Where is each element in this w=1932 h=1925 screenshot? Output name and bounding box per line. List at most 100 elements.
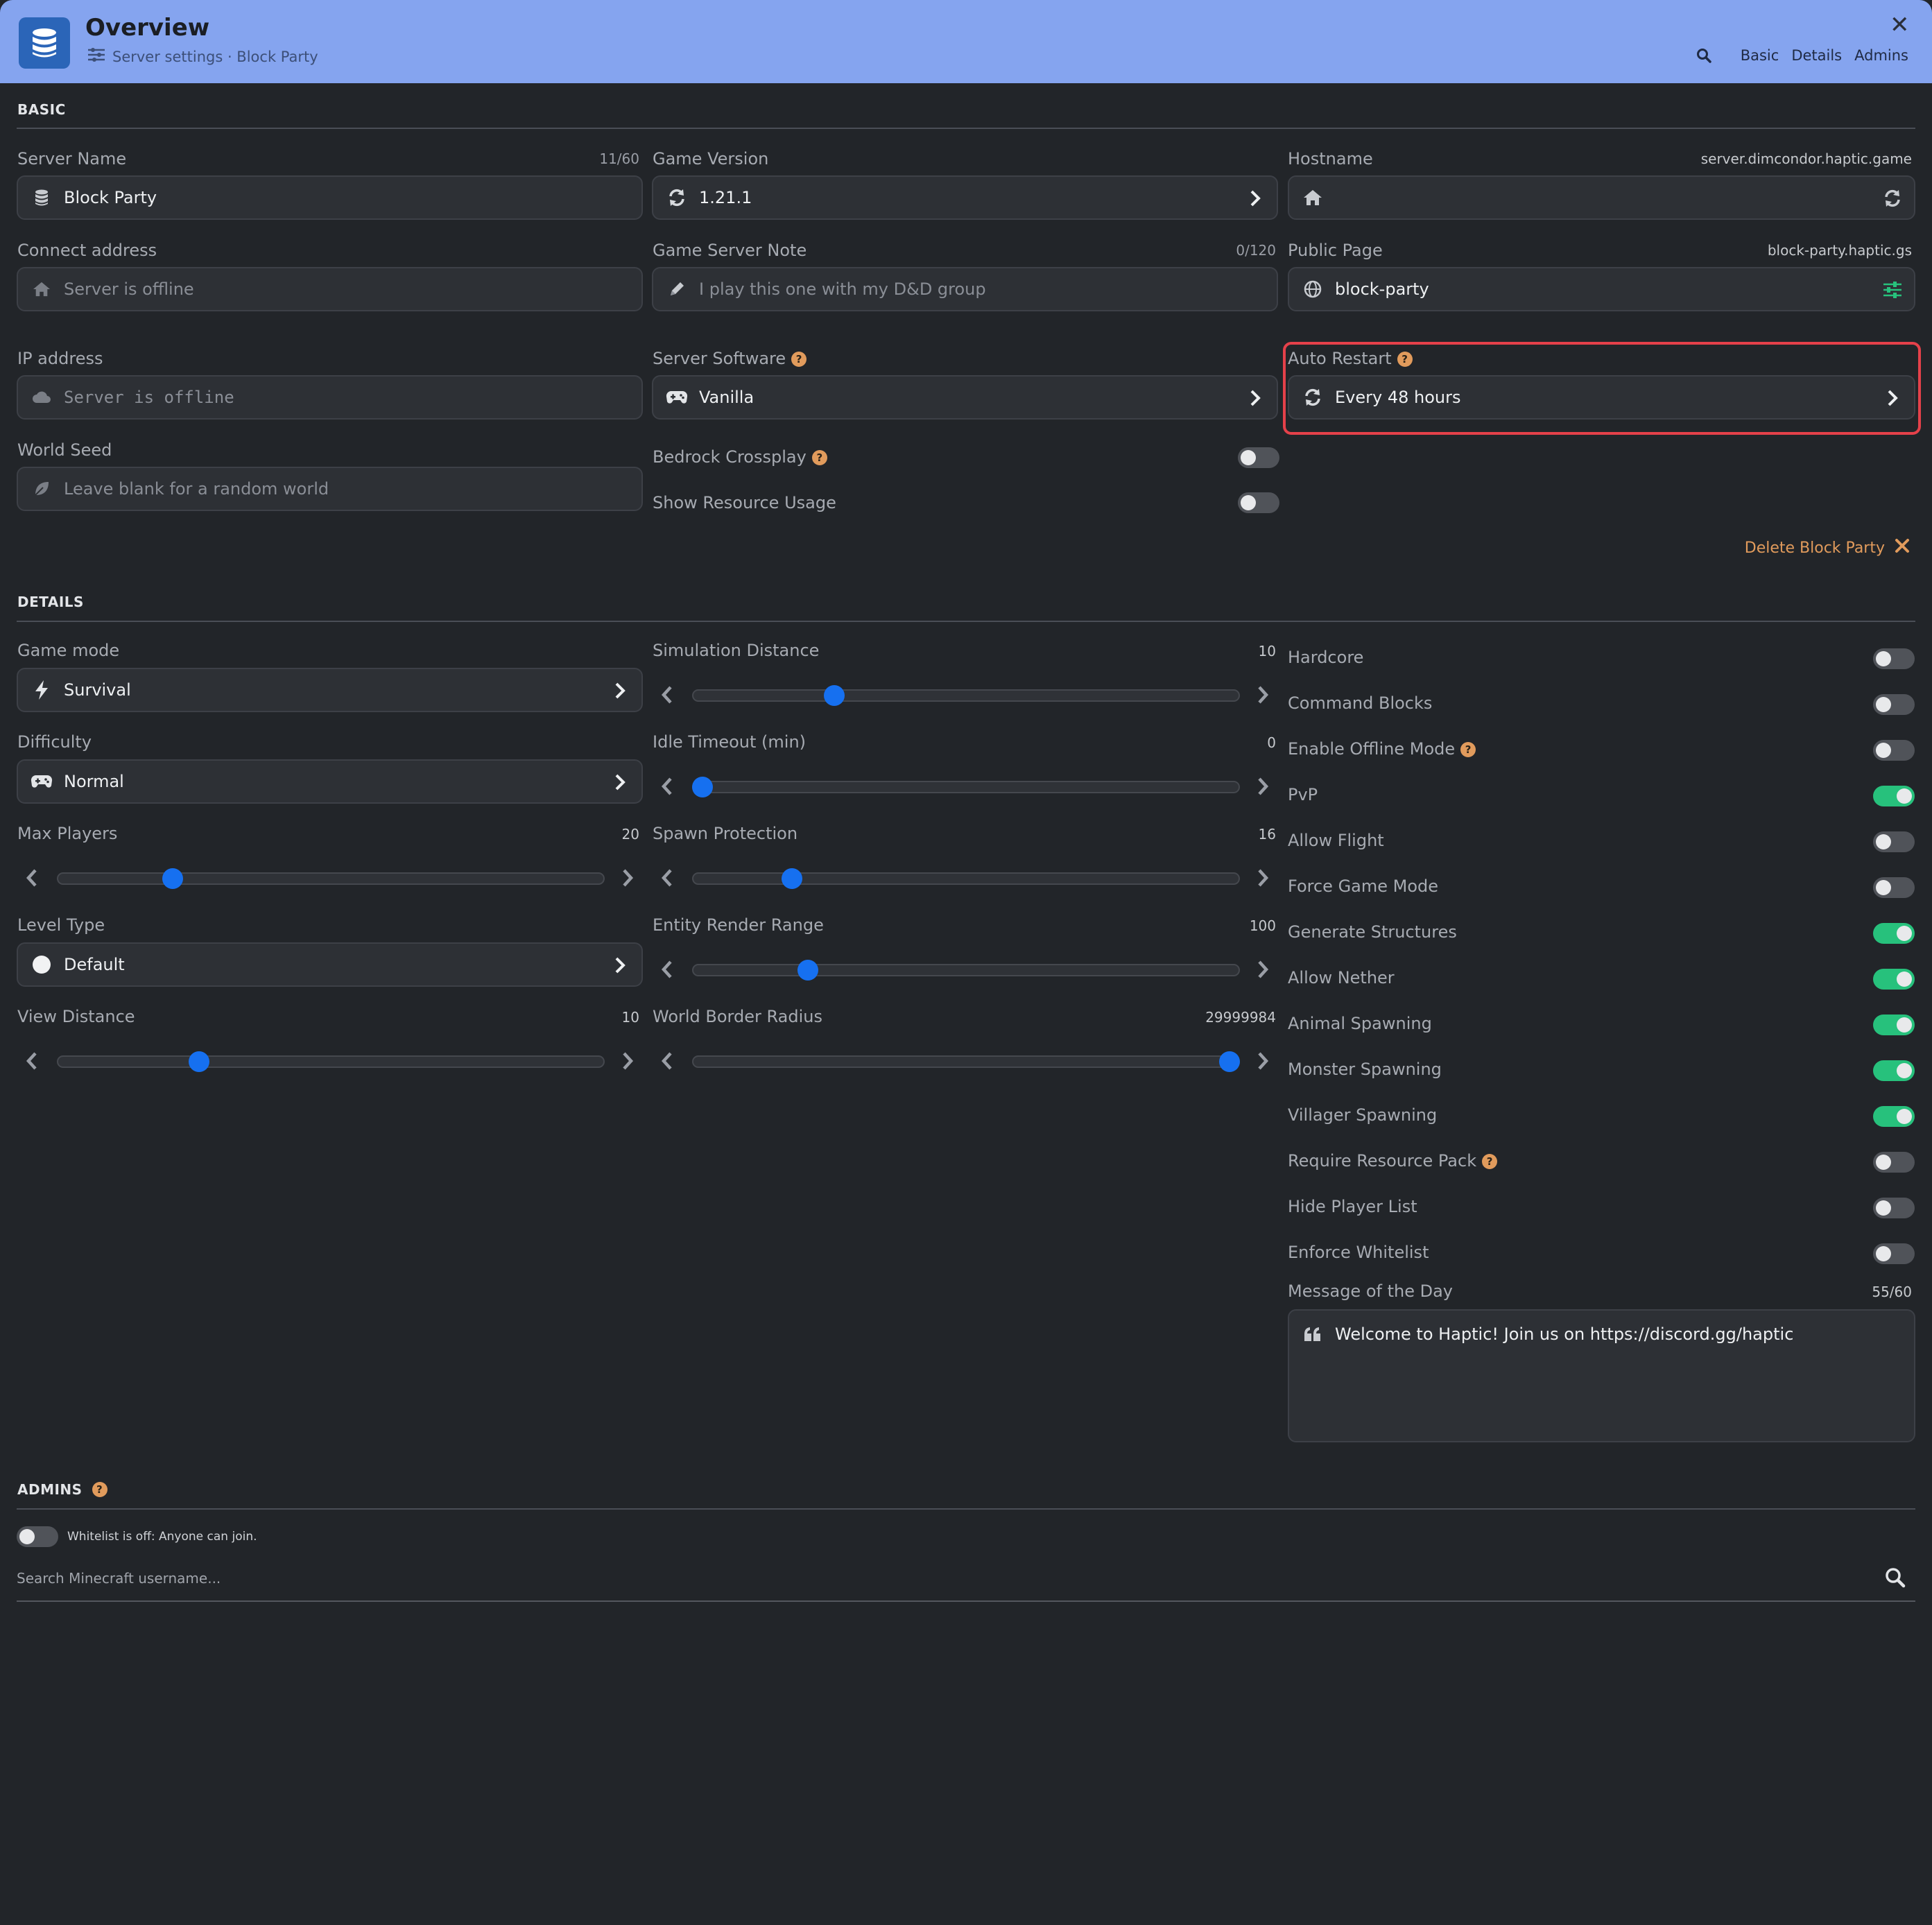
entity-render-range-slider[interactable] [652, 956, 1278, 983]
help-icon[interactable]: ? [1482, 1154, 1498, 1169]
chevron-left-icon[interactable] [655, 957, 680, 982]
setting-toggle[interactable] [1873, 877, 1915, 898]
motd-count: 55/60 [1872, 1284, 1912, 1300]
chevron-left-icon[interactable] [655, 865, 680, 890]
motd-value: Welcome to Haptic! Join us on https://di… [1335, 1324, 1794, 1344]
ip-address-placeholder: Server is offline [64, 388, 234, 407]
server-software-label: Server Software? [653, 349, 807, 368]
slider-thumb[interactable] [782, 868, 803, 889]
globe-icon [1302, 278, 1324, 300]
search-icon[interactable] [1696, 48, 1711, 63]
delete-server-link[interactable]: Delete Block Party [1745, 538, 1910, 558]
setting-toggle[interactable] [1873, 1106, 1915, 1127]
bedrock-crossplay-toggle[interactable] [1238, 447, 1279, 468]
section-divider [17, 621, 1915, 622]
world-seed-input[interactable]: Leave blank for a random world [17, 467, 643, 511]
setting-toggle[interactable] [1873, 1243, 1915, 1264]
help-icon[interactable]: ? [791, 352, 807, 367]
slider-thumb[interactable] [1219, 1051, 1240, 1072]
whitelist-status: Whitelist is off: Anyone can join. [67, 1530, 257, 1544]
toggle-label-text: Villager Spawning [1288, 1105, 1438, 1125]
toggle-label: Require Resource Pack? [1288, 1151, 1498, 1171]
idle-timeout-slider[interactable] [652, 772, 1278, 800]
chevron-right-icon[interactable] [1250, 865, 1275, 890]
chevron-left-icon[interactable] [655, 682, 680, 707]
game-server-note-input[interactable]: I play this one with my D&D group [652, 267, 1278, 311]
setting-toggle[interactable] [1873, 694, 1915, 715]
close-icon[interactable]: ✕ [1890, 11, 1910, 39]
max-players-slider[interactable] [17, 864, 643, 892]
server-software-label-text: Server Software [653, 349, 786, 368]
nav-link-basic[interactable]: Basic [1741, 47, 1779, 64]
delete-server-label: Delete Block Party [1744, 539, 1885, 557]
spawn-protection-slider[interactable] [652, 864, 1278, 892]
slider-track [692, 964, 1240, 976]
slider-thumb[interactable] [189, 1051, 209, 1072]
setting-toggle[interactable] [1873, 648, 1915, 669]
chevron-right-icon[interactable] [1250, 957, 1275, 982]
setting-toggle[interactable] [1873, 831, 1915, 852]
chevron-right-icon[interactable] [615, 1048, 640, 1073]
game-version-select[interactable]: 1.21.1 [652, 175, 1278, 220]
setting-toggle[interactable] [1873, 786, 1915, 806]
toggle-label: Allow Nether [1288, 968, 1395, 987]
chevron-right-icon[interactable] [615, 865, 640, 890]
slider-thumb[interactable] [162, 868, 183, 889]
public-page-label: Public Page [1288, 241, 1383, 260]
help-icon[interactable]: ? [92, 1482, 107, 1497]
slider-thumb[interactable] [692, 777, 713, 797]
setting-toggle[interactable] [1873, 969, 1915, 990]
simulation-distance-value: 10 [1258, 643, 1276, 659]
ip-address-label: IP address [17, 349, 103, 368]
connect-address-field[interactable]: Server is offline [17, 267, 643, 311]
search-icon[interactable] [1885, 1567, 1906, 1591]
slider-track [692, 781, 1240, 793]
setting-toggle[interactable] [1873, 1152, 1915, 1173]
hostname-input[interactable] [1288, 175, 1915, 220]
chevron-right-icon[interactable] [1250, 682, 1275, 707]
public-page-input[interactable]: block-party [1288, 267, 1915, 311]
whitelist-toggle[interactable] [17, 1526, 58, 1547]
chevron-left-icon[interactable] [19, 1048, 44, 1073]
nav-link-details[interactable]: Details [1791, 47, 1842, 64]
chevron-left-icon[interactable] [655, 774, 680, 799]
nav-link-admins[interactable]: Admins [1854, 47, 1908, 64]
refresh-icon[interactable] [1881, 187, 1904, 210]
sliders-icon[interactable] [1881, 278, 1904, 302]
difficulty-select[interactable]: Normal [17, 759, 643, 804]
chevron-left-icon[interactable] [655, 1048, 680, 1073]
server-name-input[interactable]: Block Party [17, 175, 643, 220]
settings-window: Overview Server settings · Block Party ✕… [0, 0, 1932, 1925]
world-border-radius-slider[interactable] [652, 1047, 1278, 1075]
setting-toggle[interactable] [1873, 740, 1915, 761]
ip-address-field[interactable]: Server is offline [17, 375, 643, 420]
setting-toggle[interactable] [1873, 1198, 1915, 1218]
level-type-select[interactable]: Default [17, 942, 643, 987]
show-resource-usage-toggle[interactable] [1238, 492, 1279, 513]
chevron-right-icon[interactable] [1250, 1048, 1275, 1073]
max-players-value: 20 [621, 826, 639, 843]
slider-thumb[interactable] [824, 685, 845, 706]
simulation-distance-slider[interactable] [652, 681, 1278, 709]
chevron-left-icon[interactable] [19, 865, 44, 890]
motd-textarea[interactable]: Welcome to Haptic! Join us on https://di… [1288, 1309, 1915, 1442]
setting-toggle[interactable] [1873, 923, 1915, 944]
connect-address-label: Connect address [17, 241, 157, 260]
help-icon[interactable]: ? [811, 450, 827, 465]
admin-search-input[interactable]: Search Minecraft username... [17, 1566, 1915, 1602]
setting-toggle[interactable] [1873, 1015, 1915, 1035]
hostname-hint: server.dimcondor.haptic.game [1700, 150, 1912, 167]
view-distance-slider[interactable] [17, 1047, 643, 1075]
game-mode-select[interactable]: Survival [17, 668, 643, 712]
chevron-right-icon [608, 953, 632, 977]
toggle-label: Hardcore [1288, 648, 1363, 667]
game-version-label: Game Version [653, 149, 769, 169]
spawn-protection-value: 16 [1258, 826, 1276, 843]
slider-thumb[interactable] [797, 960, 818, 981]
chevron-right-icon[interactable] [1250, 774, 1275, 799]
world-seed-placeholder: Leave blank for a random world [64, 479, 329, 499]
server-software-select[interactable]: Vanilla [652, 375, 1278, 420]
help-icon[interactable]: ? [1460, 742, 1476, 757]
server-name-label: Server Name [17, 149, 127, 169]
setting-toggle[interactable] [1873, 1060, 1915, 1081]
